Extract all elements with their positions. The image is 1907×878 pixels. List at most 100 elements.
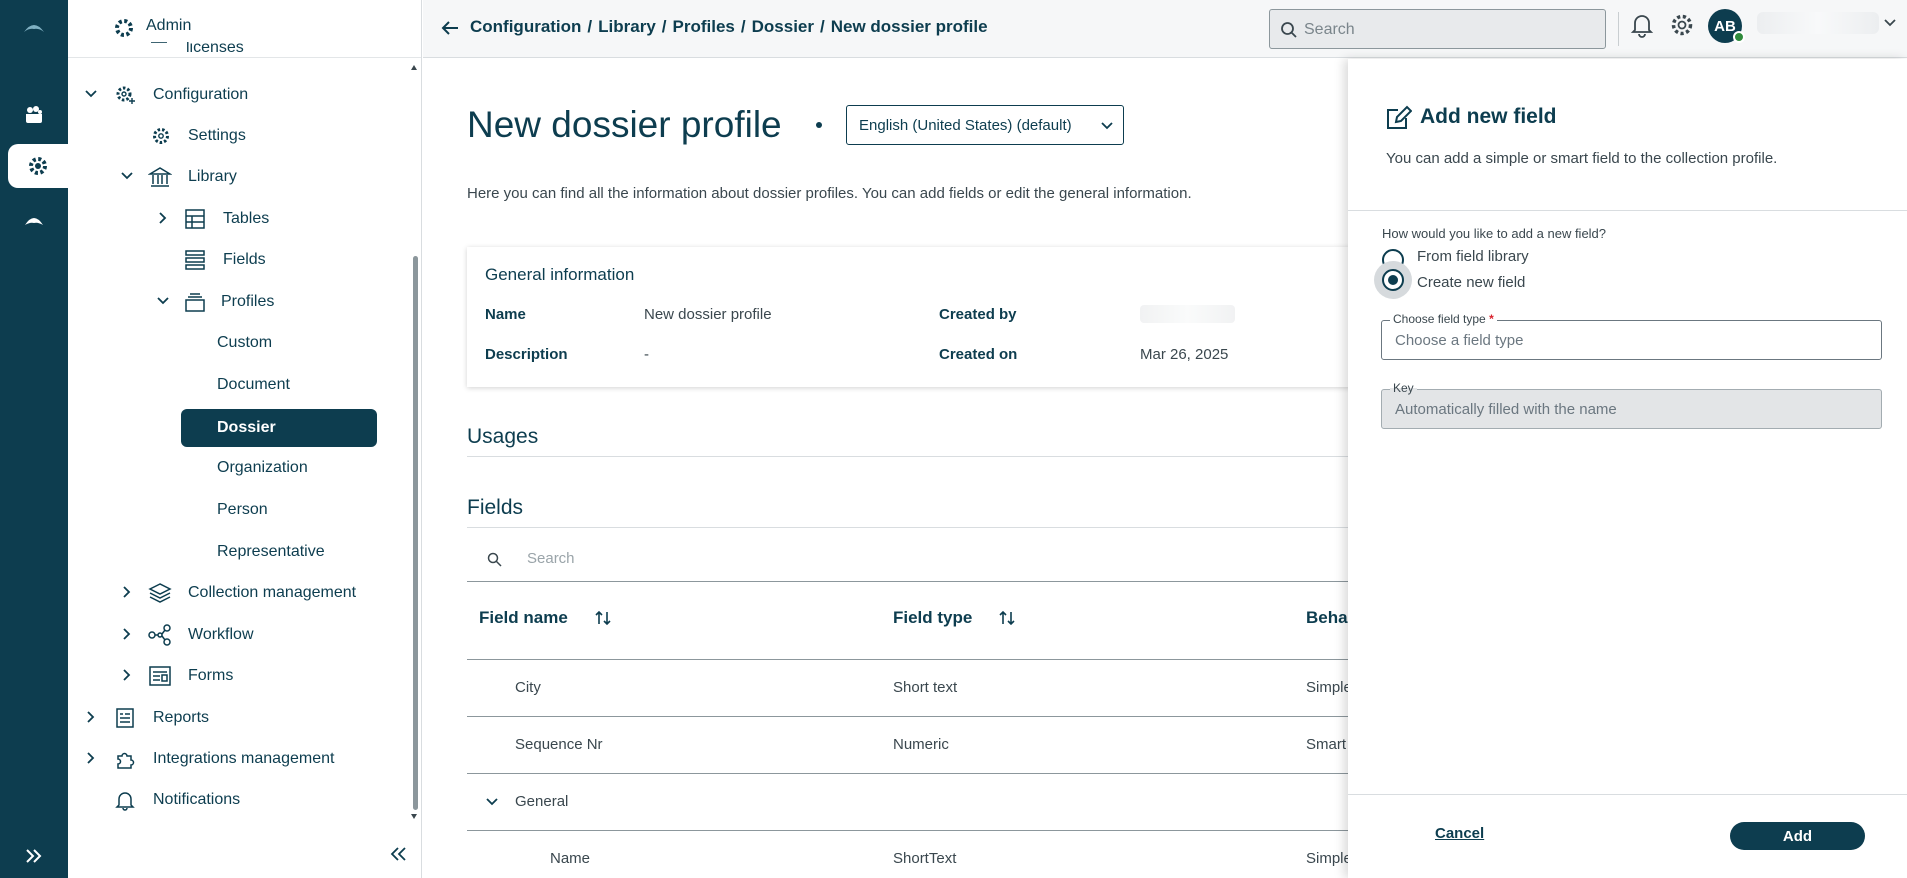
breadcrumb-library[interactable]: Library [598,17,656,36]
sidebar-item-notifications[interactable]: Notifications [68,780,408,820]
fields-search-input[interactable]: Search [467,536,1348,582]
sidebar-item-organization[interactable]: Organization [68,448,408,488]
field-type-label: Choose field type * [1390,312,1497,326]
library-icon [148,166,172,188]
key-label: Key [1390,381,1417,395]
bell-icon [114,789,136,811]
search-placeholder: Search [527,550,575,567]
sidebar-item-profiles[interactable]: Profiles [68,282,408,322]
main-content: New dossier profile English (United Stat… [423,59,1348,878]
online-status-badge [1733,31,1745,43]
cell-field-type: Numeric [893,736,949,753]
collection-icon[interactable] [0,93,68,137]
divider [1348,210,1907,211]
sidebar-item-representative[interactable]: Representative [68,532,408,572]
sidebar-item-library[interactable]: Library [68,157,408,197]
table-row[interactable]: Name ShortText Simple [467,830,1348,878]
radio-selected-dot [1388,275,1398,285]
breadcrumb-configuration[interactable]: Configuration [470,17,581,36]
sidebar-item-label: Person [217,501,268,518]
cell-behavior: Smart [1306,736,1347,753]
sidebar-item-tables[interactable]: Tables [68,199,408,239]
add-field-panel: Add new field You can add a simple or sm… [1348,59,1907,878]
search-icon [487,552,502,567]
cell-field-name: Sequence Nr [515,736,603,753]
back-arrow-icon[interactable] [441,20,459,36]
sidebar-item-label: Collection management [188,584,357,601]
sidebar-item-fields[interactable]: Fields [68,240,408,280]
table-row[interactable]: City Short text Simple [467,659,1348,716]
sidebar-item-licenses[interactable]: licenses [68,42,408,64]
sidebar-item-dossier[interactable]: Dossier [181,409,377,447]
radio-create-new-field[interactable] [1382,269,1404,291]
chevron-down-icon[interactable] [1883,16,1897,30]
sort-icon[interactable] [594,609,612,627]
sidebar-item-reports[interactable]: Reports [68,698,408,738]
sidebar-item-settings[interactable]: Settings [68,116,408,156]
created-on-label: Created on [939,346,1018,363]
header-divider [1618,12,1619,46]
sidebar-item-collection-management[interactable]: Collection management [68,573,408,613]
breadcrumb-dossier[interactable]: Dossier [752,17,814,36]
table-group-row[interactable]: General [467,773,1348,830]
sidebar-scroll-thumb[interactable] [413,256,418,810]
sidebar-item-document[interactable]: Document [68,365,408,405]
sidebar-item-label: Document [217,376,290,393]
name-value: New dossier profile [644,306,772,323]
sidebar-item-label: Library [188,168,237,185]
name-label: Name [485,306,526,323]
breadcrumb-profiles[interactable]: Profiles [673,17,735,36]
workflow-icon [148,624,172,646]
breadcrumb-separator: / [587,17,593,36]
sidebar-item-label: Reports [153,709,210,726]
settings-gear-icon[interactable] [1668,11,1696,39]
radio-label[interactable]: Create new field [1417,274,1525,291]
sort-icon[interactable] [998,609,1016,627]
chevron-right-icon [156,211,170,225]
sidebar-item-label: Organization [217,459,308,476]
sidebar-item-label: Workflow [188,626,254,643]
sidebar-item-custom[interactable]: Custom [68,323,408,363]
admin-settings-icon[interactable] [8,144,68,188]
cloud-icon[interactable] [0,198,68,242]
collapse-sidebar-icon[interactable] [390,847,408,861]
sidebar-item-configuration[interactable]: Configuration [68,75,408,115]
sidebar-item-label: Forms [188,667,234,684]
divider [467,527,1348,528]
app-logo-icon[interactable] [0,6,68,50]
divider [467,456,1348,457]
field-type-select[interactable]: Choose field type * Choose a field type [1381,312,1882,360]
general-information-card: General information Name New dossier pro… [467,247,1348,387]
description-label: Description [485,346,568,363]
cancel-button[interactable]: Cancel [1435,825,1484,842]
licenses-icon [148,42,170,50]
column-header-behavior[interactable]: Beha [1306,589,1348,646]
expand-rail-icon[interactable] [0,834,68,878]
sidebar-item-person[interactable]: Person [68,490,408,530]
unsaved-dot [816,122,822,128]
global-search-input[interactable]: Search [1269,9,1606,49]
chevron-down-icon[interactable] [485,795,499,809]
column-header-field-type[interactable]: Field type [893,589,1016,646]
notifications-bell-icon[interactable] [1630,12,1654,38]
table-row[interactable]: Sequence Nr Numeric Smart [467,716,1348,773]
add-button[interactable]: Add [1730,822,1865,850]
search-placeholder: Search [1304,21,1355,38]
field-label-text: Choose field type [1393,312,1486,326]
sidebar-item-label: Tables [223,210,270,227]
sidebar-item-workflow[interactable]: Workflow [68,615,408,655]
column-header-field-name[interactable]: Field name [479,589,612,646]
sidebar-item-forms[interactable]: Forms [68,656,408,696]
language-select[interactable]: English (United States) (default) [846,105,1124,145]
created-by-redacted [1140,305,1235,323]
intro-text: Here you can find all the information ab… [467,185,1192,202]
sidebar-item-label: Notifications [153,791,241,808]
sidebar-item-integrations-management[interactable]: Integrations management [68,739,408,779]
sidebar-footer [68,835,421,878]
sidebar: Admin licenses Configuration Settings Li… [68,0,422,878]
cell-field-name: City [515,679,541,696]
key-placeholder: Automatically filled with the name [1395,401,1617,418]
radio-label[interactable]: From field library [1417,248,1529,265]
chevron-right-icon [84,710,98,724]
settings-gear-icon [150,125,172,147]
